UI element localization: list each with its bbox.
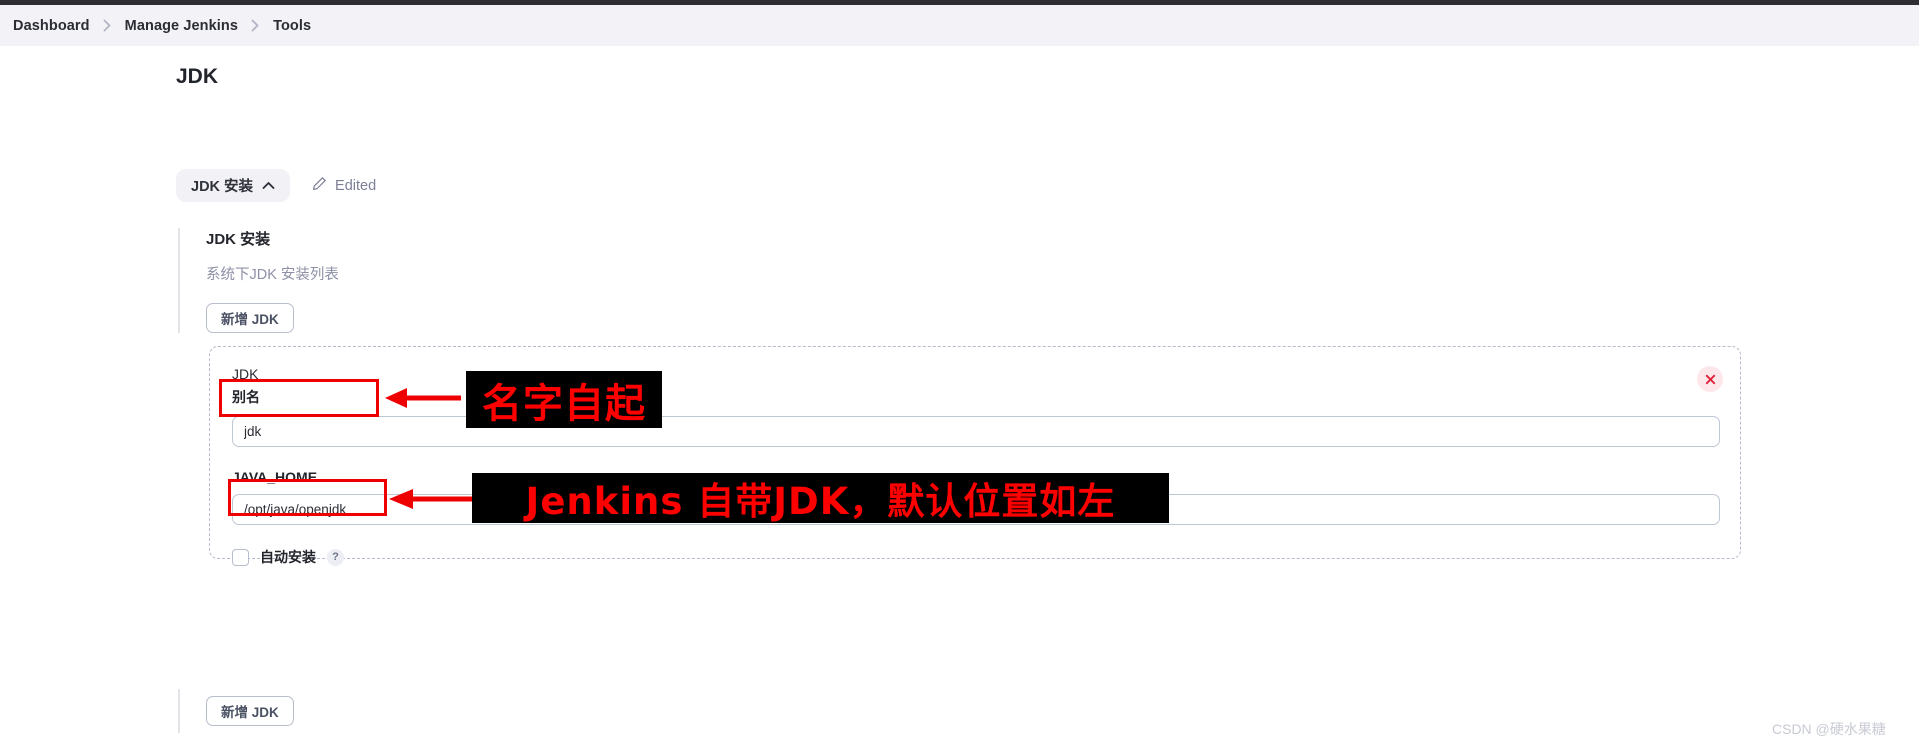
breadcrumb-item-tools[interactable]: Tools — [273, 18, 311, 34]
chevron-right-icon — [251, 19, 260, 32]
jdk-installations-section: JDK 安装 系统下JDK 安装列表 新增 JDK — [178, 228, 1738, 333]
watermark: CSDN @硬水果糖 — [1772, 721, 1886, 737]
section-description: 系统下JDK 安装列表 — [206, 267, 339, 283]
breadcrumb-item-manage-jenkins[interactable]: Manage Jenkins — [125, 18, 238, 34]
auto-install-checkbox[interactable] — [232, 548, 249, 566]
pencil-icon — [312, 176, 327, 195]
jdk-card-heading: JDK — [232, 366, 259, 382]
alias-input[interactable] — [232, 416, 1720, 447]
question-icon[interactable]: ? — [327, 548, 344, 566]
breadcrumb-item-dashboard[interactable]: Dashboard — [13, 18, 90, 34]
remove-jdk-button[interactable] — [1697, 366, 1723, 392]
section-title: JDK 安装 — [206, 231, 271, 248]
jdk-entry-card: JDK 别名 JAVA_HOME 自动安装 ? — [209, 346, 1741, 566]
footer-actions: 新增 JDK — [178, 689, 294, 733]
chip-label: JDK 安装 — [191, 179, 254, 195]
page-content: JDK JDK 安装 Edited JDK 安装 系统下JDK 安装列表 新增 … — [0, 46, 1919, 737]
edited-label: Edited — [335, 177, 377, 194]
section-toolbar: JDK 安装 Edited — [176, 169, 376, 202]
jdk-card-body: JDK 别名 JAVA_HOME 自动安装 ? — [210, 347, 1740, 567]
java-home-input[interactable] — [232, 494, 1720, 525]
chevron-right-icon — [103, 19, 112, 32]
java-home-field-label: JAVA_HOME — [232, 469, 318, 485]
close-icon — [1705, 374, 1716, 385]
alias-field-label: 别名 — [232, 389, 260, 405]
chevron-up-icon — [262, 178, 275, 194]
auto-install-label: 自动安装 — [260, 549, 316, 565]
add-jdk-button-bottom[interactable]: 新增 JDK — [206, 696, 294, 726]
auto-install-row: 自动安装 ? — [232, 547, 1718, 567]
page-title: JDK — [176, 65, 219, 88]
add-jdk-button-top[interactable]: 新增 JDK — [206, 303, 294, 333]
edited-status: Edited — [312, 176, 376, 195]
breadcrumb: Dashboard Manage Jenkins Tools — [0, 5, 1919, 46]
jdk-install-collapse-chip[interactable]: JDK 安装 — [176, 169, 291, 202]
